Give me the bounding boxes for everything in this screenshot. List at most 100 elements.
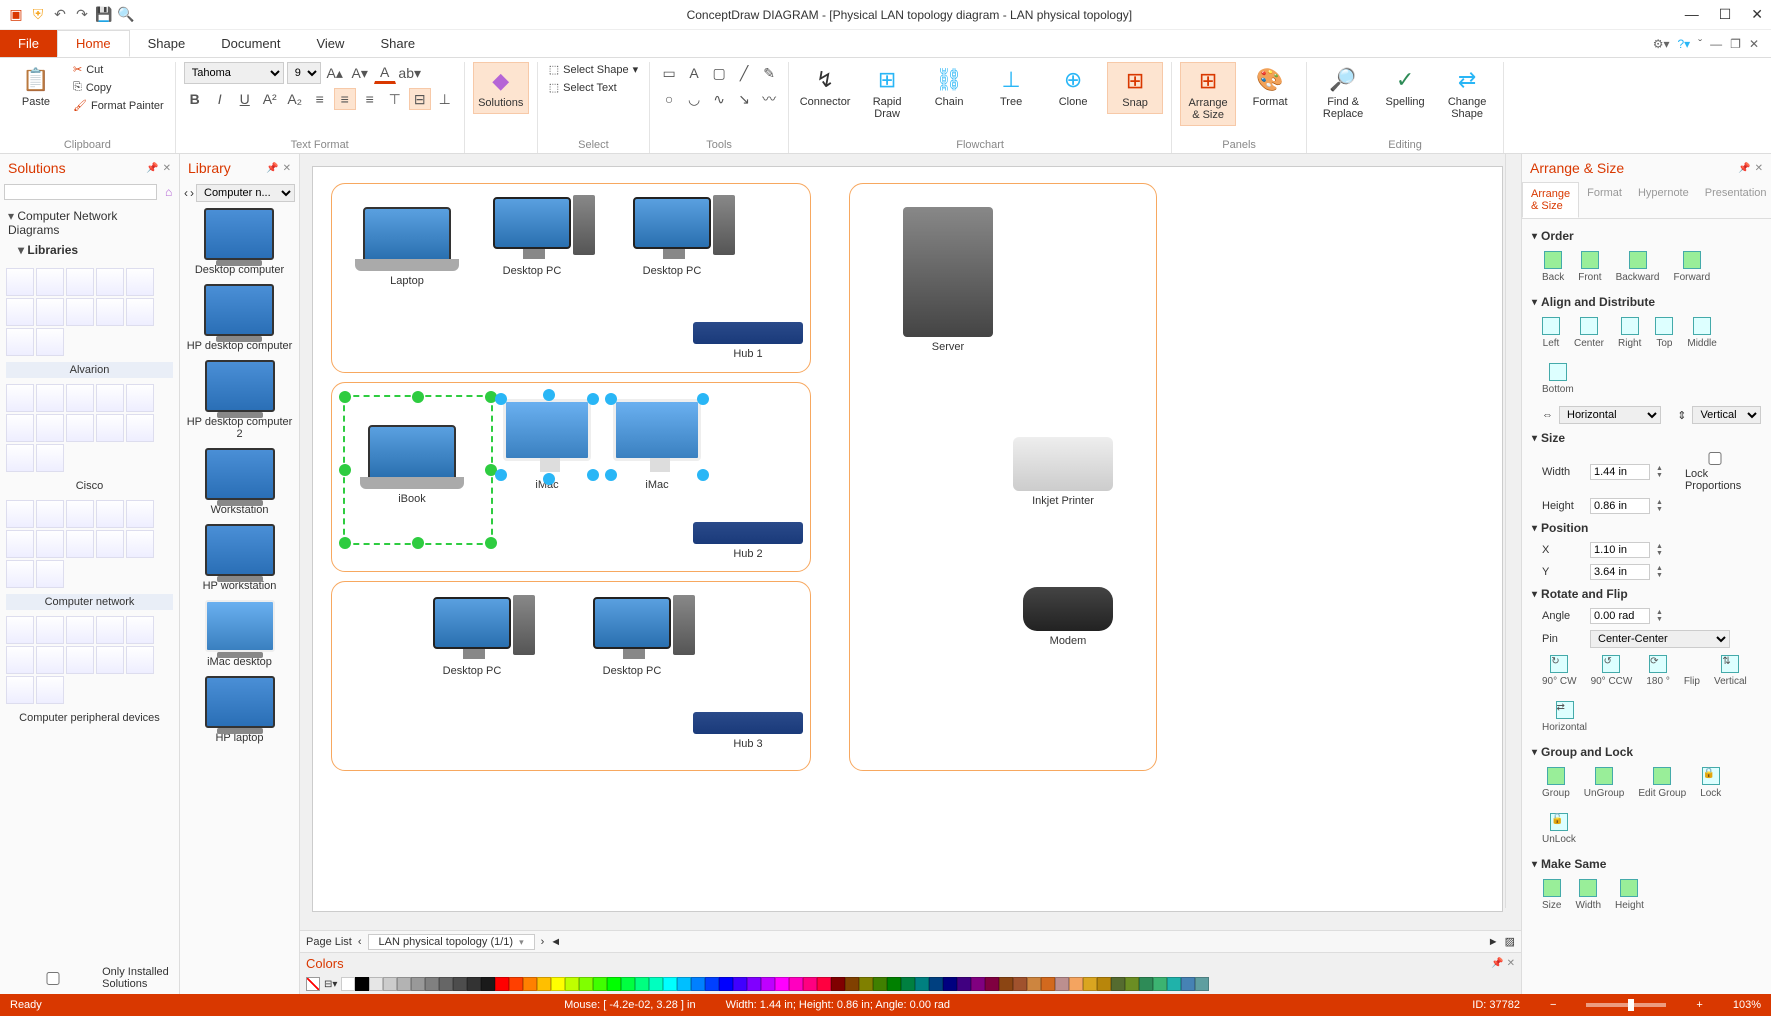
valign-bottom-icon[interactable]: ⊥ bbox=[434, 88, 456, 110]
save-icon[interactable]: 💾 bbox=[96, 7, 112, 23]
find-replace-button[interactable]: 🔎Find & Replace bbox=[1315, 62, 1371, 124]
tool-line-icon[interactable]: ╱ bbox=[733, 62, 755, 84]
subtab-format[interactable]: Format bbox=[1579, 182, 1630, 218]
align-left[interactable]: Left bbox=[1542, 317, 1560, 349]
arrange-size-button[interactable]: ⊞Arrange & Size bbox=[1180, 62, 1236, 126]
tab-file[interactable]: File bbox=[0, 30, 57, 57]
tool-text-icon[interactable]: A bbox=[683, 62, 705, 84]
unlock-btn[interactable]: 🔓UnLock bbox=[1542, 813, 1576, 845]
fontsize-select[interactable]: 9 bbox=[287, 62, 321, 84]
swatch[interactable] bbox=[831, 977, 845, 991]
close2-icon[interactable]: ✕ bbox=[1749, 37, 1759, 51]
pin-icon[interactable]: 📌 bbox=[1738, 163, 1750, 174]
library-combo[interactable]: Computer n... bbox=[196, 184, 295, 202]
swatch[interactable] bbox=[621, 977, 635, 991]
swatch[interactable] bbox=[915, 977, 929, 991]
swatch[interactable] bbox=[411, 977, 425, 991]
flip-horizontal[interactable]: ⇄Horizontal bbox=[1542, 701, 1587, 733]
settings-icon[interactable]: ⚙▾ bbox=[1653, 37, 1670, 51]
swatch[interactable] bbox=[1069, 977, 1083, 991]
collapse-ribbon-icon[interactable]: ˇ bbox=[1698, 37, 1702, 51]
rapiddraw-button[interactable]: ⊞Rapid Draw bbox=[859, 62, 915, 124]
solutions-button[interactable]: ◆Solutions bbox=[473, 62, 529, 114]
lock-btn[interactable]: 🔒Lock bbox=[1700, 767, 1721, 799]
grow-font-icon[interactable]: A▴ bbox=[324, 62, 346, 84]
tool-arc-icon[interactable]: ◡ bbox=[683, 88, 705, 110]
color-swatches[interactable] bbox=[341, 977, 1209, 991]
superscript-icon[interactable]: A² bbox=[259, 88, 281, 110]
minimize-button[interactable]: — bbox=[1685, 6, 1699, 23]
swatch[interactable] bbox=[523, 977, 537, 991]
swatch[interactable] bbox=[467, 977, 481, 991]
rotate-cw[interactable]: ↻90° CW bbox=[1542, 655, 1577, 687]
min2-icon[interactable]: — bbox=[1710, 37, 1722, 51]
swatch[interactable] bbox=[943, 977, 957, 991]
device-ibook[interactable]: iBook bbox=[368, 425, 456, 505]
swatch[interactable] bbox=[1125, 977, 1139, 991]
section-align[interactable]: Align and Distribute bbox=[1532, 291, 1761, 313]
copy-button[interactable]: ⎘Copy bbox=[70, 80, 167, 95]
tab-share[interactable]: Share bbox=[362, 30, 433, 57]
device-printer[interactable]: Inkjet Printer bbox=[1013, 437, 1113, 507]
device-desktop1[interactable]: Desktop PC bbox=[493, 197, 571, 277]
font-color-icon[interactable]: A bbox=[374, 62, 396, 84]
swatch[interactable] bbox=[985, 977, 999, 991]
section-order[interactable]: Order bbox=[1532, 225, 1761, 247]
swatch[interactable] bbox=[565, 977, 579, 991]
tab-view[interactable]: View bbox=[298, 30, 362, 57]
libitem-hpdesktop[interactable]: HP desktop computer bbox=[187, 284, 293, 352]
libitem-hplaptop[interactable]: HP laptop bbox=[205, 676, 275, 744]
device-hub2[interactable]: Hub 2 bbox=[693, 522, 803, 560]
editgroup-btn[interactable]: Edit Group bbox=[1638, 767, 1686, 799]
format-painter-button[interactable]: 🖌Format Painter bbox=[70, 98, 167, 113]
close-icon[interactable]: ✕ bbox=[163, 163, 171, 174]
swatch[interactable] bbox=[439, 977, 453, 991]
pin-select[interactable]: Center-Center bbox=[1590, 630, 1730, 648]
swatch[interactable] bbox=[649, 977, 663, 991]
swatch[interactable] bbox=[1041, 977, 1055, 991]
clone-button[interactable]: ⊕Clone bbox=[1045, 62, 1101, 112]
font-select[interactable]: Tahoma bbox=[184, 62, 284, 84]
align-center[interactable]: Center bbox=[1574, 317, 1604, 349]
only-installed-check[interactable]: Only Installed Solutions bbox=[0, 962, 179, 994]
swatch[interactable] bbox=[803, 977, 817, 991]
swatch[interactable] bbox=[1195, 977, 1209, 991]
same-height[interactable]: Height bbox=[1615, 879, 1644, 911]
swatch[interactable] bbox=[817, 977, 831, 991]
swatch[interactable] bbox=[1167, 977, 1181, 991]
swatch[interactable] bbox=[1027, 977, 1041, 991]
hscroll-left-icon[interactable]: ◄ bbox=[550, 936, 561, 948]
dist-horiz-select[interactable]: Horizontal bbox=[1559, 406, 1661, 424]
valign-middle-icon[interactable]: ⊟ bbox=[409, 88, 431, 110]
close-icon[interactable]: ✕ bbox=[1755, 163, 1763, 174]
zoom-slider[interactable] bbox=[1586, 1003, 1666, 1007]
hscroll-right-icon[interactable]: ► bbox=[1488, 936, 1499, 948]
swatch[interactable] bbox=[1055, 977, 1069, 991]
libitem-hpworkstation[interactable]: HP workstation bbox=[203, 524, 277, 592]
cat-alvarion[interactable]: Alvarion bbox=[6, 362, 173, 378]
tree-root[interactable]: Computer Network Diagrams bbox=[8, 206, 171, 240]
swatch[interactable] bbox=[929, 977, 943, 991]
zoom-in-icon[interactable]: + bbox=[1696, 999, 1702, 1011]
swatch[interactable] bbox=[691, 977, 705, 991]
swatch[interactable] bbox=[859, 977, 873, 991]
libgrid-peripheral[interactable] bbox=[0, 612, 179, 708]
swatch[interactable] bbox=[747, 977, 761, 991]
swatch[interactable] bbox=[873, 977, 887, 991]
status-zoom[interactable]: 103% bbox=[1733, 999, 1761, 1011]
swatch[interactable] bbox=[593, 977, 607, 991]
swatch[interactable] bbox=[1083, 977, 1097, 991]
group-btn[interactable]: Group bbox=[1542, 767, 1570, 799]
tool-ellipse-icon[interactable]: ○ bbox=[658, 88, 680, 110]
vertical-scrollbar[interactable] bbox=[1505, 154, 1521, 908]
align-center-icon[interactable]: ≡ bbox=[334, 88, 356, 110]
y-input[interactable] bbox=[1590, 564, 1650, 580]
pin-icon[interactable]: 📌 bbox=[266, 163, 278, 174]
section-rotate[interactable]: Rotate and Flip bbox=[1532, 583, 1761, 605]
swatch[interactable] bbox=[537, 977, 551, 991]
ungroup-btn[interactable]: UnGroup bbox=[1584, 767, 1625, 799]
swatch[interactable] bbox=[607, 977, 621, 991]
angle-input[interactable] bbox=[1590, 608, 1650, 624]
device-hub3[interactable]: Hub 3 bbox=[693, 712, 803, 750]
align-bottom[interactable]: Bottom bbox=[1542, 363, 1574, 395]
